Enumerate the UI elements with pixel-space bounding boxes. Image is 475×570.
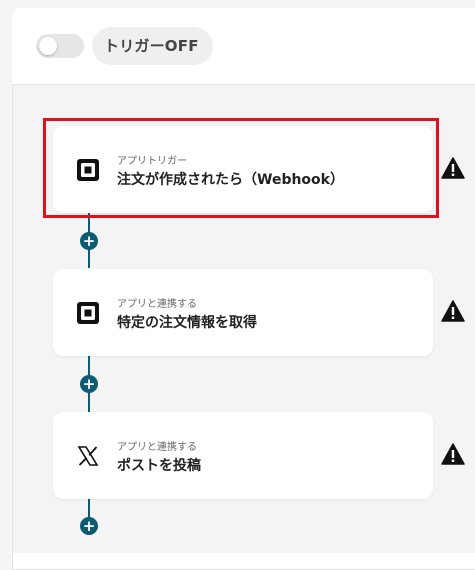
step-title: ポストを投稿 [117, 458, 201, 474]
x-logo-icon [77, 446, 99, 466]
toggle-knob [39, 37, 57, 55]
step-subtitle: アプリと連携する [117, 442, 197, 453]
square-icon [77, 302, 99, 324]
step-card-action[interactable]: アプリと連携する 特定の注文情報を取得 [53, 269, 433, 356]
warning-icon[interactable] [441, 300, 465, 322]
warning-icon[interactable] [441, 157, 465, 179]
trigger-toggle[interactable] [36, 34, 84, 58]
step-subtitle: アプリと連携する [117, 299, 197, 310]
add-step-button[interactable]: + [80, 375, 98, 393]
step-title: 特定の注文情報を取得 [117, 315, 257, 331]
selected-step-highlight [43, 118, 439, 218]
trigger-status-label: トリガーOFF [92, 27, 213, 65]
add-step-button[interactable]: + [80, 232, 98, 250]
add-step-button[interactable]: + [80, 517, 98, 535]
warning-icon[interactable] [441, 443, 465, 465]
step-card-action[interactable]: アプリと連携する ポストを投稿 [53, 412, 433, 499]
